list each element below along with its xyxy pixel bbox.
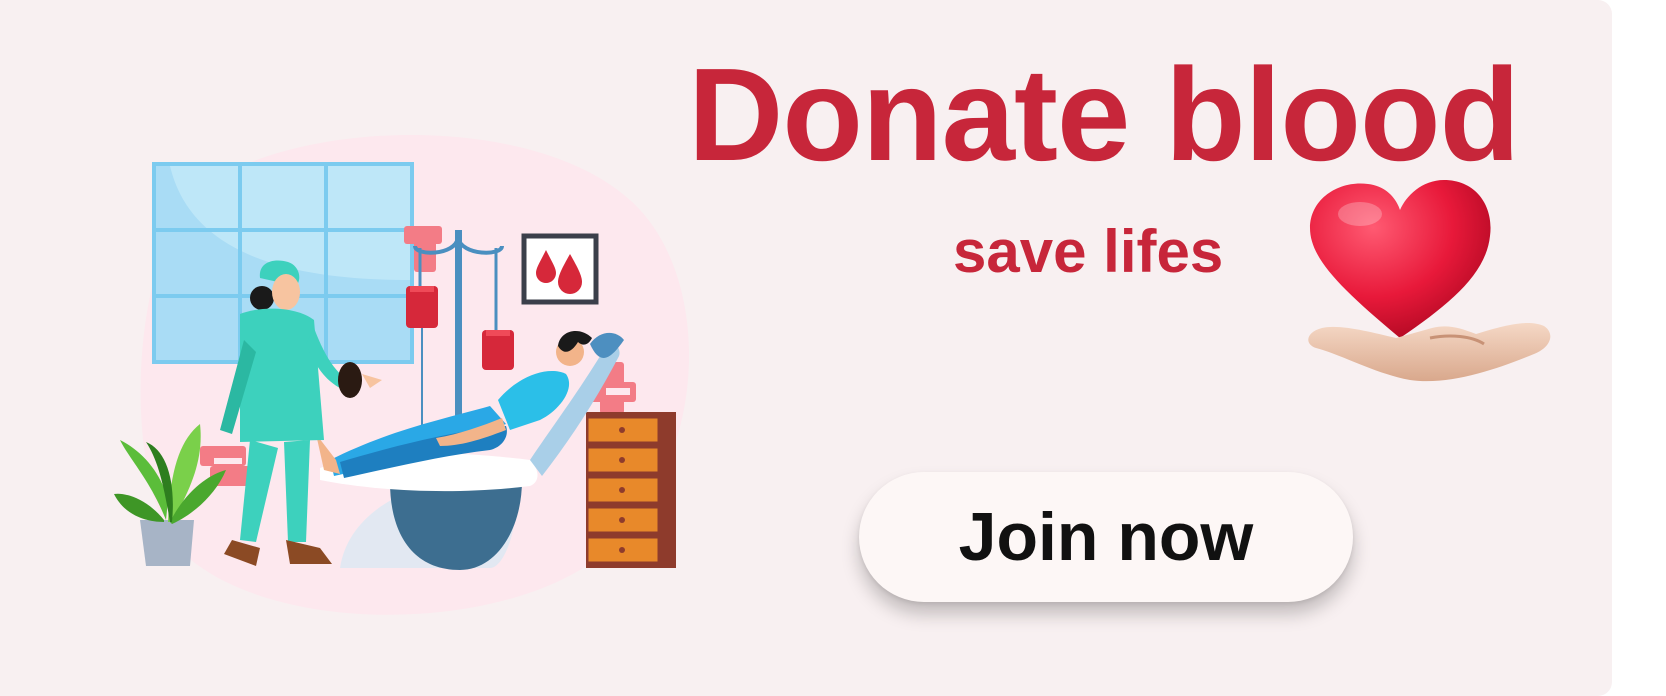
blood-drops-icon <box>521 233 599 305</box>
heart-in-hand-icon <box>1308 180 1551 382</box>
donate-blood-banner: Donate blood save lifes Join now <box>0 0 1612 696</box>
blood-donation-illustration <box>114 135 690 615</box>
drawer-cabinet <box>586 412 676 568</box>
join-now-button[interactable]: Join now <box>859 472 1353 602</box>
join-now-label: Join now <box>958 499 1254 575</box>
subline: save lifes <box>953 218 1224 285</box>
headline: Donate blood <box>688 41 1520 188</box>
